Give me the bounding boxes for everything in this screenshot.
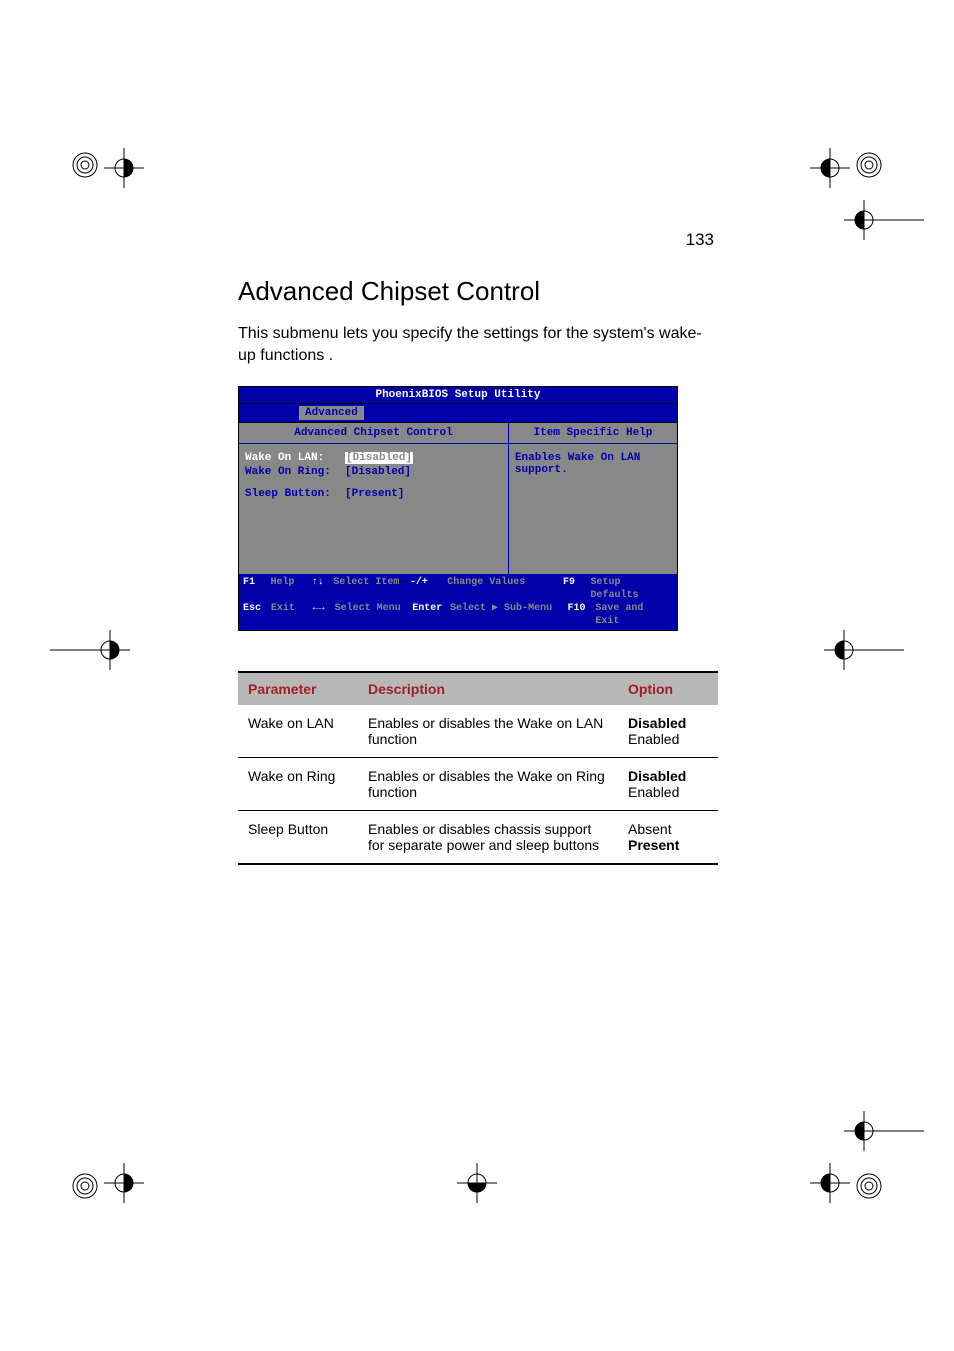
bios-setting-wake-on-lan[interactable]: Wake On LAN: [Disabled]	[245, 452, 502, 464]
crop-mark-icon	[50, 630, 130, 670]
registration-rosette-icon	[854, 150, 884, 180]
bios-key-updown: ↑↓	[312, 576, 334, 602]
bios-settings-list: Wake On LAN: [Disabled] Wake On Ring: [D…	[239, 444, 508, 574]
col-header-description: Description	[358, 672, 618, 705]
bios-help-text: Enables Wake On LAN support.	[515, 452, 671, 476]
cell-desc: Enables or disables the Wake on LAN func…	[358, 705, 618, 758]
page-number: 133	[686, 230, 714, 250]
crop-mark-icon	[457, 1163, 497, 1203]
bios-tab-advanced[interactable]: Advanced	[299, 406, 364, 420]
crop-mark-icon	[810, 148, 850, 188]
bios-key-label: Help	[270, 576, 311, 602]
bios-key-label: Save and Exit	[595, 602, 673, 628]
page-content: Advanced Chipset Control This submenu le…	[238, 276, 718, 865]
table-row: Sleep Button Enables or disables chassis…	[238, 811, 718, 865]
bios-titlebar: PhoenixBIOS Setup Utility	[239, 387, 677, 404]
crop-mark-icon	[844, 1111, 924, 1151]
crop-mark-icon	[844, 200, 924, 240]
bios-setting-sleep-button[interactable]: Sleep Button: [Present]	[245, 488, 502, 500]
bios-value: [Disabled]	[345, 452, 413, 464]
cell-param: Sleep Button	[238, 811, 358, 865]
page-title: Advanced Chipset Control	[238, 276, 718, 307]
bios-left-panel: Advanced Chipset Control Wake On LAN: [D…	[239, 423, 509, 574]
cell-param: Wake on LAN	[238, 705, 358, 758]
cell-option: Disabled Enabled	[618, 758, 718, 811]
bios-value: [Disabled]	[345, 466, 411, 478]
col-header-option: Option	[618, 672, 718, 705]
intro-text: This submenu lets you specify the settin…	[238, 323, 718, 366]
bios-key-esc: Esc	[243, 602, 271, 628]
option-default: Present	[628, 837, 708, 853]
bios-label: Wake On Ring:	[245, 466, 345, 478]
bios-help-content: Enables Wake On LAN support.	[509, 444, 677, 574]
crop-mark-icon	[104, 1163, 144, 1203]
cell-param: Wake on Ring	[238, 758, 358, 811]
option-alt: Enabled	[628, 731, 708, 747]
option-alt: Absent	[628, 821, 708, 837]
bios-help-panel: Item Specific Help Enables Wake On LAN s…	[509, 423, 677, 574]
cell-desc: Enables or disables the Wake on Ring fun…	[358, 758, 618, 811]
bios-screenshot: PhoenixBIOS Setup Utility Advanced Advan…	[238, 386, 678, 631]
bios-label: Sleep Button:	[245, 488, 345, 500]
registration-rosette-icon	[70, 1171, 100, 1201]
option-default: Disabled	[628, 768, 708, 784]
bios-body: Advanced Chipset Control Wake On LAN: [D…	[239, 422, 677, 574]
bios-key-label: Exit	[271, 602, 313, 628]
bios-label: Wake On LAN:	[245, 452, 345, 464]
crop-mark-icon	[810, 1163, 850, 1203]
bios-help-title: Item Specific Help	[509, 423, 677, 444]
bios-key-f10: F10	[567, 602, 595, 628]
parameter-table: Parameter Description Option Wake on LAN…	[238, 671, 718, 865]
bios-left-title: Advanced Chipset Control	[239, 423, 508, 444]
registration-rosette-icon	[70, 150, 100, 180]
table-header-row: Parameter Description Option	[238, 672, 718, 705]
crop-mark-icon	[824, 630, 904, 670]
bios-footer: F1 Help ↑↓ Select Item -/+ Change Values…	[239, 574, 677, 630]
bios-key-f9: F9	[563, 576, 590, 602]
cell-desc: Enables or disables chassis support for …	[358, 811, 618, 865]
table-row: Wake on LAN Enables or disables the Wake…	[238, 705, 718, 758]
bios-key-label: Setup Defaults	[591, 576, 673, 602]
cell-option: Absent Present	[618, 811, 718, 865]
bios-menubar: Advanced	[239, 404, 677, 422]
bios-key-enter: Enter	[412, 602, 450, 628]
bios-key-label: Change Values	[447, 576, 563, 602]
option-default: Disabled	[628, 715, 708, 731]
bios-setting-wake-on-ring[interactable]: Wake On Ring: [Disabled]	[245, 466, 502, 478]
bios-key-leftright: ←→	[313, 602, 335, 628]
crop-mark-icon	[104, 148, 144, 188]
bios-value: [Present]	[345, 488, 404, 500]
cell-option: Disabled Enabled	[618, 705, 718, 758]
bios-key-plusminus: -/+	[410, 576, 447, 602]
bios-key-label: Select ▶ Sub-Menu	[450, 602, 567, 628]
table-row: Wake on Ring Enables or disables the Wak…	[238, 758, 718, 811]
bios-key-f1: F1	[243, 576, 270, 602]
registration-rosette-icon	[854, 1171, 884, 1201]
col-header-parameter: Parameter	[238, 672, 358, 705]
bios-key-label: Select Menu	[335, 602, 413, 628]
bios-key-label: Select Item	[333, 576, 410, 602]
option-alt: Enabled	[628, 784, 708, 800]
